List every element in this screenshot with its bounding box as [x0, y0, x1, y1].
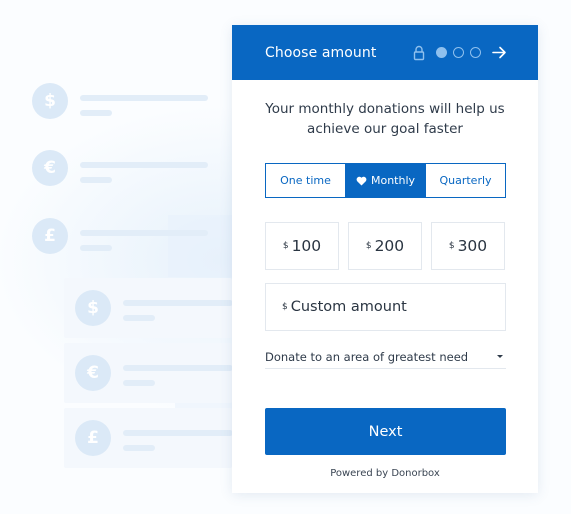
currency-symbol: $: [282, 302, 288, 312]
step-indicator-active: [436, 47, 447, 58]
frequency-option-quarterly[interactable]: Quarterly: [425, 164, 505, 197]
background-currency-card: $: [64, 278, 233, 338]
dollar-coin-icon: $: [75, 290, 111, 326]
lock-icon: [413, 45, 425, 61]
background-currency-row: €: [32, 138, 217, 198]
custom-amount-input[interactable]: $ Custom amount: [265, 283, 506, 331]
pound-coin-icon: £: [75, 420, 111, 456]
currency-symbol: $: [365, 241, 372, 251]
euro-coin-icon: €: [75, 355, 111, 391]
amount-option-300[interactable]: $ 300: [431, 222, 505, 270]
amount-option-100[interactable]: $ 100: [265, 222, 339, 270]
next-button[interactable]: Next: [265, 408, 506, 455]
step-indicator: [453, 47, 464, 58]
frequency-option-monthly[interactable]: Monthly: [345, 164, 425, 197]
dollar-coin-icon: $: [32, 83, 68, 119]
background-currency-row: $: [32, 71, 217, 131]
frequency-option-one-time[interactable]: One time: [266, 164, 345, 197]
widget-title: Choose amount: [265, 44, 377, 61]
donation-widget: Choose amount Your monthly donations wil…: [232, 25, 538, 493]
frequency-selector: One time Monthly Quarterly: [265, 163, 506, 198]
amount-option-200[interactable]: $ 200: [348, 222, 422, 270]
donation-message: Your monthly donations will help us achi…: [265, 101, 505, 137]
frequency-option-label: Monthly: [370, 174, 416, 187]
frequency-option-label: One time: [280, 174, 331, 187]
currency-symbol: $: [282, 241, 289, 251]
next-button-label: Next: [368, 423, 403, 440]
currency-symbol: $: [448, 241, 455, 251]
amount-value: 200: [374, 237, 405, 255]
frequency-option-label: Quarterly: [439, 174, 492, 187]
powered-by-link[interactable]: Powered by Donorbox: [232, 468, 538, 479]
caret-down-icon: [497, 355, 503, 358]
background-currency-card: £: [64, 408, 233, 468]
designation-select[interactable]: Donate to an area of greatest need: [265, 345, 506, 369]
pound-coin-icon: £: [32, 218, 68, 254]
background-currency-row: £: [32, 206, 217, 266]
step-indicator: [470, 47, 481, 58]
background-currency-card: €: [64, 343, 233, 403]
arrow-right-icon[interactable]: [492, 46, 507, 59]
euro-coin-icon: €: [32, 150, 68, 186]
custom-amount-placeholder: Custom amount: [290, 299, 407, 315]
designation-value: Donate to an area of greatest need: [265, 349, 469, 364]
heart-icon: [356, 176, 367, 185]
amount-value: 100: [291, 237, 322, 255]
widget-header: Choose amount: [232, 25, 538, 80]
amount-value: 300: [457, 237, 488, 255]
